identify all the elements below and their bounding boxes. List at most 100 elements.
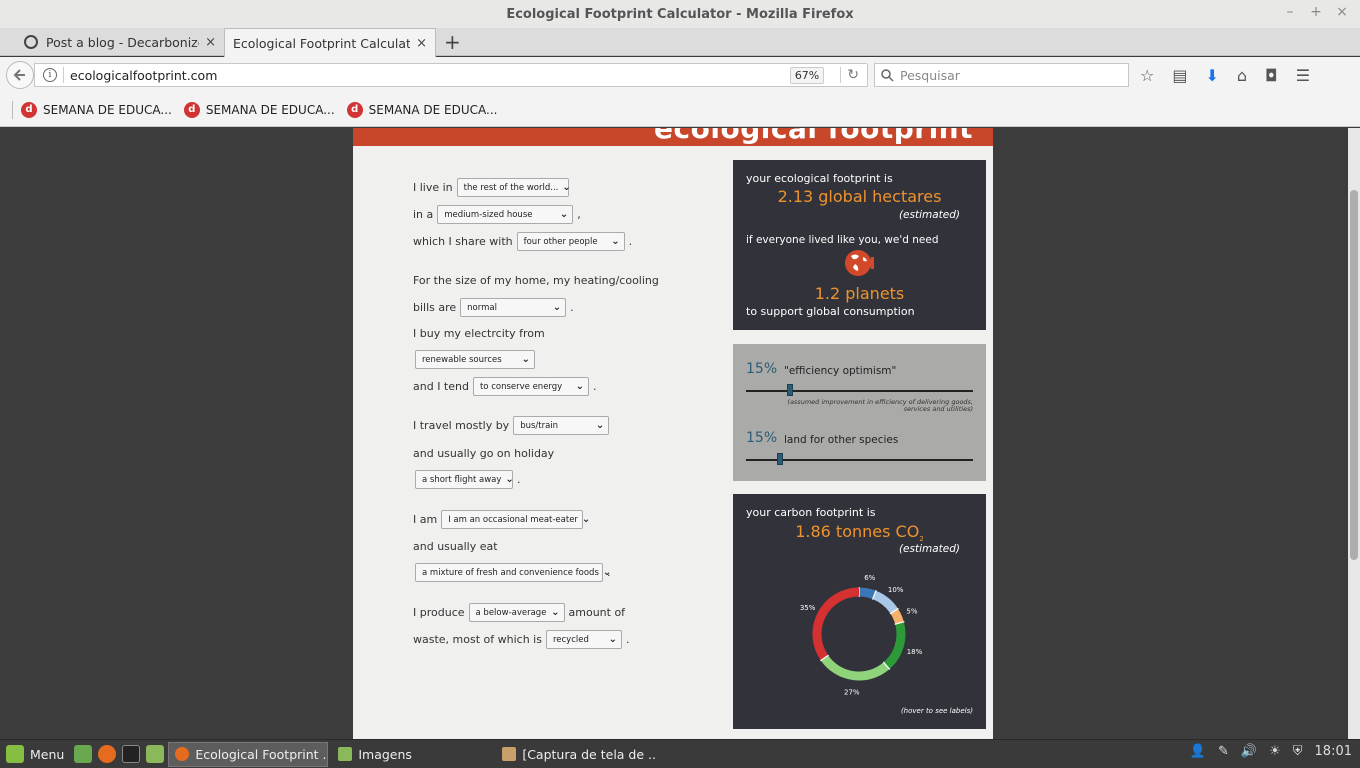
- select-value: medium-sized house: [444, 209, 533, 220]
- select-value: I am an occasional meat-eater: [448, 514, 578, 525]
- files-icon[interactable]: [146, 745, 165, 763]
- period: .: [517, 473, 521, 486]
- window-controls: – + ×: [1284, 4, 1348, 20]
- minimize-button[interactable]: –: [1284, 4, 1296, 20]
- donut-label: 10%: [888, 586, 904, 594]
- select-value: a below-average: [475, 607, 547, 618]
- shield-icon[interactable]: ⛨: [1293, 744, 1303, 759]
- donut-slice[interactable]: [812, 587, 860, 661]
- download-icon[interactable]: ⬇: [1205, 66, 1218, 85]
- label-live-in: I live in: [413, 181, 453, 194]
- brightness-icon[interactable]: ☀: [1269, 744, 1281, 759]
- pen-icon[interactable]: ✎: [1218, 744, 1229, 759]
- close-window-button[interactable]: ×: [1336, 4, 1348, 20]
- tab-ecological-footprint[interactable]: Ecological Footprint Calculator ×: [224, 28, 436, 57]
- select-house[interactable]: medium-sized house ⌄: [437, 205, 574, 224]
- label-holiday: and usually go on holiday: [413, 447, 555, 460]
- form-line-tend: and I tend to conserve energy ⌄ .: [413, 377, 596, 396]
- maximize-button[interactable]: +: [1310, 4, 1322, 20]
- donut-slice[interactable]: [858, 587, 876, 600]
- select-conserve[interactable]: to conserve energy ⌄: [472, 377, 589, 396]
- donut-slice[interactable]: [883, 621, 906, 670]
- form-line-bills: bills are normal ⌄ .: [413, 298, 574, 317]
- form-line-holiday-select: a short flight away ⌄ .: [411, 470, 521, 489]
- taskbar-window-screenshot[interactable]: [Captura de tela de ...: [496, 742, 656, 767]
- carbon-result-panel: your carbon footprint is 1.86 tonnes CO2…: [733, 494, 986, 729]
- planet-icon: [845, 250, 874, 276]
- efficiency-slider-track[interactable]: [746, 390, 973, 392]
- bookmark-label: SEMANA DE EDUCA...: [368, 102, 498, 117]
- select-waste-amount[interactable]: a below-average ⌄: [468, 603, 565, 622]
- bookmark-item[interactable]: d SEMANA DE EDUCA...: [346, 101, 498, 118]
- taskbar-window-label: Imagens: [358, 746, 412, 762]
- label-produce: I produce: [413, 606, 465, 619]
- tab-post-blog[interactable]: Post a blog - Decarbonize: D ×: [16, 28, 224, 56]
- tab-close-button[interactable]: ×: [416, 36, 427, 51]
- zoom-level[interactable]: 67%: [789, 66, 825, 84]
- menu-hamburger-icon[interactable]: ☰: [1296, 66, 1310, 85]
- period: .: [625, 633, 630, 646]
- bookmark-item[interactable]: d SEMANA DE EDUCA...: [21, 101, 172, 118]
- select-diet[interactable]: I am an occasional meat-eater ⌄: [441, 510, 590, 529]
- search-bar[interactable]: Pesquisar: [874, 63, 1129, 87]
- bookmark-item[interactable]: d SEMANA DE EDUCA...: [183, 101, 335, 118]
- chevron-down-icon: ⌄: [581, 514, 591, 525]
- scrollbar-thumb[interactable]: [1350, 190, 1358, 560]
- volume-icon[interactable]: 🔊: [1241, 744, 1257, 759]
- terminal-icon[interactable]: [122, 745, 141, 763]
- species-label: land for other species: [784, 434, 899, 446]
- pocket-icon[interactable]: ◘: [1265, 66, 1278, 85]
- form-line-electricity: I buy my electrcity from: [413, 327, 545, 340]
- user-icon[interactable]: 👤: [1190, 744, 1206, 759]
- donut-slice[interactable]: [872, 590, 899, 614]
- url-bar[interactable]: i ecologicalfootprint.com 67% ↻: [34, 63, 868, 87]
- show-desktop-icon[interactable]: [74, 745, 93, 763]
- donut-slice[interactable]: [820, 655, 890, 681]
- efficiency-slider-handle[interactable]: [786, 384, 793, 396]
- url-separator: [840, 67, 842, 83]
- planets-value: 1.2 planets: [814, 284, 905, 303]
- taskbar-window-label: [Captura de tela de ...: [522, 746, 657, 762]
- species-slider-handle[interactable]: [776, 453, 783, 465]
- label-i-am: I am: [413, 513, 438, 526]
- form-line-eat: and usually eat: [413, 540, 498, 553]
- select-household[interactable]: four other people ⌄: [516, 232, 625, 251]
- select-waste-type[interactable]: recycled ⌄: [545, 630, 622, 649]
- reading-list-icon[interactable]: ▤: [1172, 66, 1187, 85]
- firefox-icon[interactable]: [98, 745, 117, 763]
- bookmarks-separator: [12, 100, 13, 119]
- select-travel[interactable]: bus/train ⌄: [513, 416, 610, 435]
- tab-label: Post a blog - Decarbonize: D: [46, 34, 199, 50]
- everyone-label: if everyone lived like you, we'd need: [746, 234, 939, 246]
- donut-label: 5%: [906, 607, 917, 615]
- efficiency-note: (assumed improvement in efficiency of de…: [787, 398, 973, 414]
- info-icon[interactable]: i: [43, 68, 57, 82]
- taskbar-window-firefox[interactable]: Ecological Footprint ...: [168, 741, 329, 767]
- page-scrollbar[interactable]: [1348, 128, 1360, 739]
- home-icon[interactable]: ⌂: [1237, 66, 1247, 85]
- taskbar-window-images[interactable]: Imagens: [332, 742, 492, 767]
- select-region[interactable]: the rest of the world... ⌄: [456, 178, 571, 197]
- carbon-donut-chart[interactable]: 6% 10% 5% 18% 27% 35%: [733, 564, 986, 704]
- select-value: four other people: [523, 236, 598, 247]
- select-food[interactable]: a mixture of fresh and convenience foods…: [415, 563, 611, 582]
- search-input[interactable]: Pesquisar: [900, 68, 960, 83]
- donut-slice[interactable]: [890, 608, 904, 625]
- clock[interactable]: 18:01: [1315, 744, 1352, 759]
- form-line-travel: I travel mostly by bus/train ⌄: [413, 416, 613, 435]
- url-text[interactable]: ecologicalfootprint.com: [70, 68, 790, 83]
- select-electricity[interactable]: renewable sources ⌄: [415, 350, 535, 369]
- select-value: renewable sources: [422, 354, 502, 365]
- bookmark-star-icon[interactable]: ☆: [1140, 66, 1154, 85]
- start-menu-button[interactable]: Menu: [6, 745, 64, 763]
- back-arrow-icon: [13, 69, 25, 81]
- select-holiday[interactable]: a short flight away ⌄: [415, 470, 514, 489]
- back-button[interactable]: [6, 61, 34, 89]
- new-tab-button[interactable]: +: [444, 30, 461, 54]
- select-bills[interactable]: normal ⌄: [460, 298, 567, 317]
- tab-close-button[interactable]: ×: [205, 35, 216, 50]
- chevron-down-icon: ⌄: [559, 209, 569, 220]
- reload-icon[interactable]: ↻: [847, 67, 859, 83]
- mint-logo-icon: [6, 745, 24, 763]
- bookmarks-toolbar: d SEMANA DE EDUCA... d SEMANA DE EDUCA..…: [0, 93, 1360, 127]
